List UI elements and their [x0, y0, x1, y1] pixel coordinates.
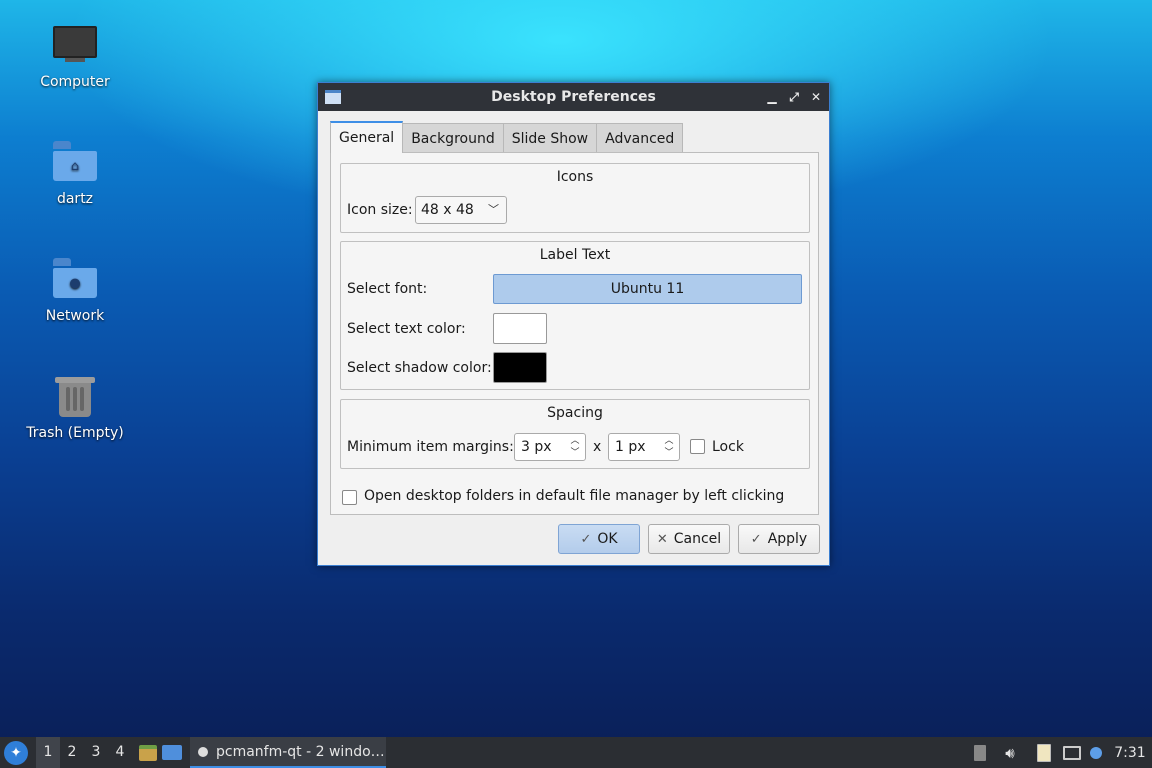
lock-label: Lock	[712, 439, 744, 455]
computer-icon	[51, 22, 99, 70]
lock-checkbox[interactable]	[690, 439, 705, 454]
margin-separator: x	[593, 439, 602, 455]
apply-button[interactable]: ✓ Apply	[738, 524, 820, 554]
clock[interactable]: 7:31	[1108, 745, 1152, 761]
icons-group: Icons Icon size: 48 x 48 ﹀	[340, 163, 810, 233]
text-color-label: Select text color:	[347, 321, 466, 337]
workspace-4[interactable]: 4	[108, 737, 132, 768]
check-icon: ✓	[750, 532, 762, 547]
cancel-button[interactable]: ✕ Cancel	[648, 524, 730, 554]
desktop-icon-trash[interactable]: Trash (Empty)	[20, 373, 130, 441]
network-folder-icon: ●	[51, 256, 99, 304]
tab-general[interactable]: General	[330, 121, 404, 153]
check-icon: ✓	[580, 532, 592, 547]
desktop-icon-label: Network	[45, 308, 105, 324]
margin-y-value: 1 px	[615, 439, 646, 455]
label-text-group: Label Text Select font: Ubuntu 11 Select…	[340, 241, 810, 390]
trash-icon	[51, 373, 99, 421]
margin-x-spinbox[interactable]: 3 px ︿ ﹀	[514, 433, 586, 461]
icon-size-label: Icon size:	[347, 202, 413, 218]
desktop-icon-label: Trash (Empty)	[26, 425, 124, 441]
shadow-color-button[interactable]	[493, 352, 547, 383]
window-app-icon	[325, 90, 341, 104]
system-tray: 🔊︎ 7:31	[968, 737, 1152, 768]
group-title: Icons	[556, 169, 594, 185]
margin-x-value: 3 px	[521, 439, 552, 455]
desktop-preferences-dialog: Desktop Preferences ▁ ⤢ ✕ General Backgr…	[317, 82, 830, 566]
icon-size-value: 48 x 48	[421, 202, 474, 218]
open-folders-label: Open desktop folders in default file man…	[364, 488, 785, 504]
workspace-3[interactable]: 3	[84, 737, 108, 768]
clipboard-icon[interactable]	[1032, 737, 1056, 768]
desktop-icon-home[interactable]: ⌂ dartz	[20, 139, 130, 207]
maximize-icon[interactable]: ⤢	[787, 88, 801, 106]
ok-label: OK	[597, 531, 618, 547]
updates-icon[interactable]	[968, 737, 992, 768]
taskbar: ✦ 1 2 3 4 pcmanfm-qt - 2 windo… 🔊︎ 7:31	[0, 737, 1152, 768]
dialog-titlebar[interactable]: Desktop Preferences ▁ ⤢ ✕	[318, 83, 829, 111]
minimize-icon[interactable]: ▁	[765, 88, 779, 106]
ok-button[interactable]: ✓ OK	[558, 524, 640, 554]
desktop-icon-label: Computer	[40, 74, 110, 90]
app-icon	[198, 746, 208, 757]
home-folder-icon: ⌂	[51, 139, 99, 187]
desktop-icon-computer[interactable]: Computer	[20, 22, 130, 90]
spacing-group: Spacing Minimum item margins: 3 px ︿ ﹀ x …	[340, 399, 810, 469]
tab-bar: General Background Slide Show Advanced	[330, 121, 684, 153]
tab-background[interactable]: Background	[402, 123, 504, 153]
notification-icon[interactable]	[1084, 737, 1108, 768]
general-tab-panel: Icons Icon size: 48 x 48 ﹀ Label Text Se…	[330, 152, 819, 515]
cancel-label: Cancel	[673, 531, 722, 547]
open-folders-checkbox[interactable]	[342, 490, 357, 505]
dialog-title: Desktop Preferences	[491, 89, 656, 105]
taskbar-task-pcmanfm[interactable]: pcmanfm-qt - 2 windo…	[190, 737, 386, 768]
tab-slide-show[interactable]: Slide Show	[502, 123, 598, 153]
task-label: pcmanfm-qt - 2 windo…	[216, 743, 385, 760]
shadow-color-label: Select shadow color:	[347, 360, 492, 376]
margins-label: Minimum item margins:	[347, 439, 514, 455]
spin-arrows-icon[interactable]: ︿ ﹀	[569, 435, 581, 459]
margin-y-spinbox[interactable]: 1 px ︿ ﹀	[608, 433, 680, 461]
workspace-1[interactable]: 1	[36, 737, 60, 768]
group-title: Spacing	[547, 405, 603, 421]
select-font-button[interactable]: Ubuntu 11	[493, 274, 802, 304]
apply-label: Apply	[767, 531, 808, 547]
desktop-icon-label: dartz	[56, 191, 94, 207]
spin-arrows-icon[interactable]: ︿ ﹀	[663, 435, 675, 459]
volume-icon[interactable]: 🔊︎	[998, 737, 1022, 768]
text-color-button[interactable]	[493, 313, 547, 344]
workspace-2[interactable]: 2	[60, 737, 84, 768]
network-status-icon[interactable]	[1060, 737, 1084, 768]
group-title: Label Text	[539, 247, 611, 263]
chevron-down-icon: ﹀	[488, 203, 499, 216]
select-font-label: Select font:	[347, 281, 428, 297]
desktop-icon-network[interactable]: ● Network	[20, 256, 130, 324]
tab-advanced[interactable]: Advanced	[596, 123, 684, 153]
close-icon[interactable]: ✕	[809, 88, 823, 106]
icon-size-combo[interactable]: 48 x 48 ﹀	[415, 196, 507, 224]
start-menu-icon[interactable]: ✦	[4, 740, 28, 765]
show-desktop-icon[interactable]	[160, 737, 184, 768]
cancel-x-icon: ✕	[656, 532, 668, 547]
file-manager-launcher-icon[interactable]	[136, 737, 160, 768]
